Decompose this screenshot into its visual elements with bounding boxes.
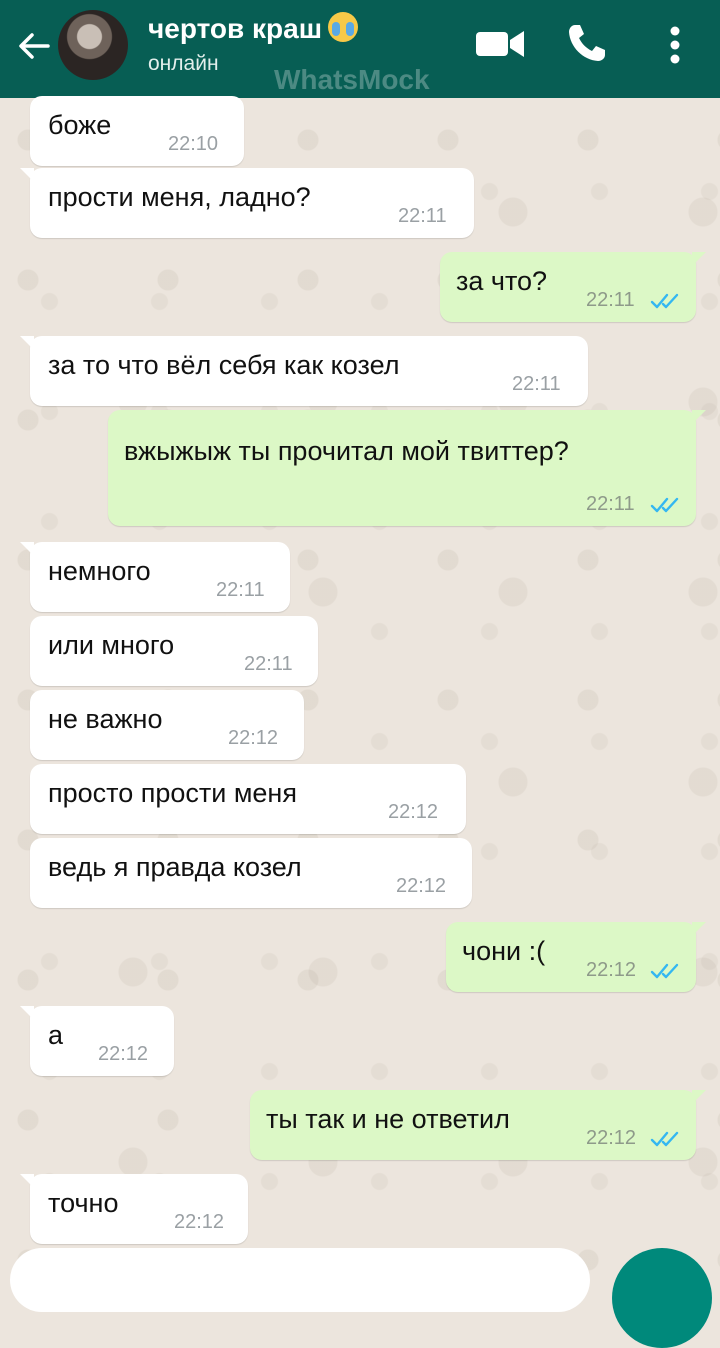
message-time: 22:10 <box>168 133 219 155</box>
message-bubble-outgoing[interactable]: вжыжыж ты прочитал мой твиттер? 22:11 <box>108 410 706 526</box>
message-time: 22:12 <box>228 727 279 749</box>
message-bubble-incoming[interactable]: за то что вёл себя как козел 22:11 <box>20 336 588 406</box>
message-time: 22:11 <box>398 205 447 227</box>
message-input-bar[interactable] <box>10 1248 590 1312</box>
back-arrow-icon[interactable] <box>14 26 54 66</box>
contact-name[interactable]: чертов краш <box>148 12 359 45</box>
phone-call-icon[interactable] <box>566 22 608 64</box>
bubble-tail <box>692 252 706 266</box>
message-text: ты так и не ответил <box>266 1104 510 1134</box>
contact-status: онлайн <box>148 52 219 75</box>
bubble-tail <box>692 1090 706 1104</box>
message-bubble-incoming[interactable]: боже 22:10 <box>30 96 244 166</box>
message-bubble-incoming[interactable]: прости меня, ладно? 22:11 <box>20 168 474 238</box>
contact-name-text: чертов краш <box>148 13 323 44</box>
message-text: или много <box>48 630 175 660</box>
message-text: точно <box>48 1188 119 1218</box>
message-text: чони :( <box>462 936 546 966</box>
bubble-tail <box>20 542 34 556</box>
message-text: за то что вёл себя как козел <box>48 350 400 380</box>
message-text: за что? <box>456 266 548 296</box>
message-time: 22:12 <box>388 801 439 823</box>
bubble-tail <box>20 336 34 350</box>
message-bubble-incoming[interactable]: ведь я правда козел 22:12 <box>30 838 472 908</box>
chat-header: чертов краш онлайн WhatsMock <box>0 0 720 98</box>
voice-record-button[interactable] <box>612 1248 712 1348</box>
message-text: а <box>48 1020 64 1050</box>
bubble-tail <box>20 168 34 182</box>
message-bubble-outgoing[interactable]: чони :( 22:12 <box>446 922 706 992</box>
double-check-read-icon <box>650 293 679 309</box>
video-call-icon[interactable] <box>474 26 526 62</box>
message-bubble-incoming[interactable]: немного 22:11 <box>20 542 290 612</box>
message-bubble-incoming[interactable]: не важно 22:12 <box>30 690 304 760</box>
message-time: 22:12 <box>174 1211 225 1233</box>
message-text: не важно <box>48 704 163 734</box>
message-text: вжыжыж ты прочитал мой твиттер? <box>124 436 569 466</box>
message-time: 22:11 <box>216 579 265 601</box>
double-check-read-icon <box>650 963 679 979</box>
double-check-read-icon <box>650 1131 679 1147</box>
watermark: WhatsMock <box>274 64 430 95</box>
message-time: 22:12 <box>586 1127 637 1149</box>
bubble-tail <box>692 922 706 936</box>
message-time: 22:11 <box>512 373 561 395</box>
bubble-tail <box>20 1174 34 1188</box>
message-time: 22:12 <box>98 1043 149 1065</box>
message-text: немного <box>48 556 151 586</box>
bubble-tail <box>20 1006 34 1020</box>
bubble-tail <box>692 410 706 424</box>
message-bubble-incoming[interactable]: или много 22:11 <box>30 616 318 686</box>
message-time: 22:11 <box>586 493 635 515</box>
message-text: прости меня, ладно? <box>48 182 311 212</box>
avatar[interactable] <box>58 10 128 80</box>
message-text: просто прости меня <box>48 778 297 808</box>
message-text: ведь я правда козел <box>48 852 302 882</box>
message-bubble-incoming[interactable]: просто прости меня 22:12 <box>30 764 466 834</box>
message-time: 22:12 <box>396 875 447 897</box>
message-bubble-incoming[interactable]: а 22:12 <box>20 1006 174 1076</box>
more-vert-icon[interactable] <box>664 24 686 66</box>
message-time: 22:12 <box>586 959 637 981</box>
message-text: боже <box>48 110 112 140</box>
double-check-read-icon <box>650 497 679 513</box>
crying-emoji-icon <box>328 12 359 42</box>
message-time: 22:11 <box>586 289 635 311</box>
message-bubble-outgoing[interactable]: ты так и не ответил 22:12 <box>250 1090 706 1160</box>
message-bubble-incoming[interactable]: точно 22:12 <box>20 1174 248 1244</box>
message-time: 22:11 <box>244 653 293 675</box>
message-bubble-outgoing[interactable]: за что? 22:11 <box>440 252 706 322</box>
